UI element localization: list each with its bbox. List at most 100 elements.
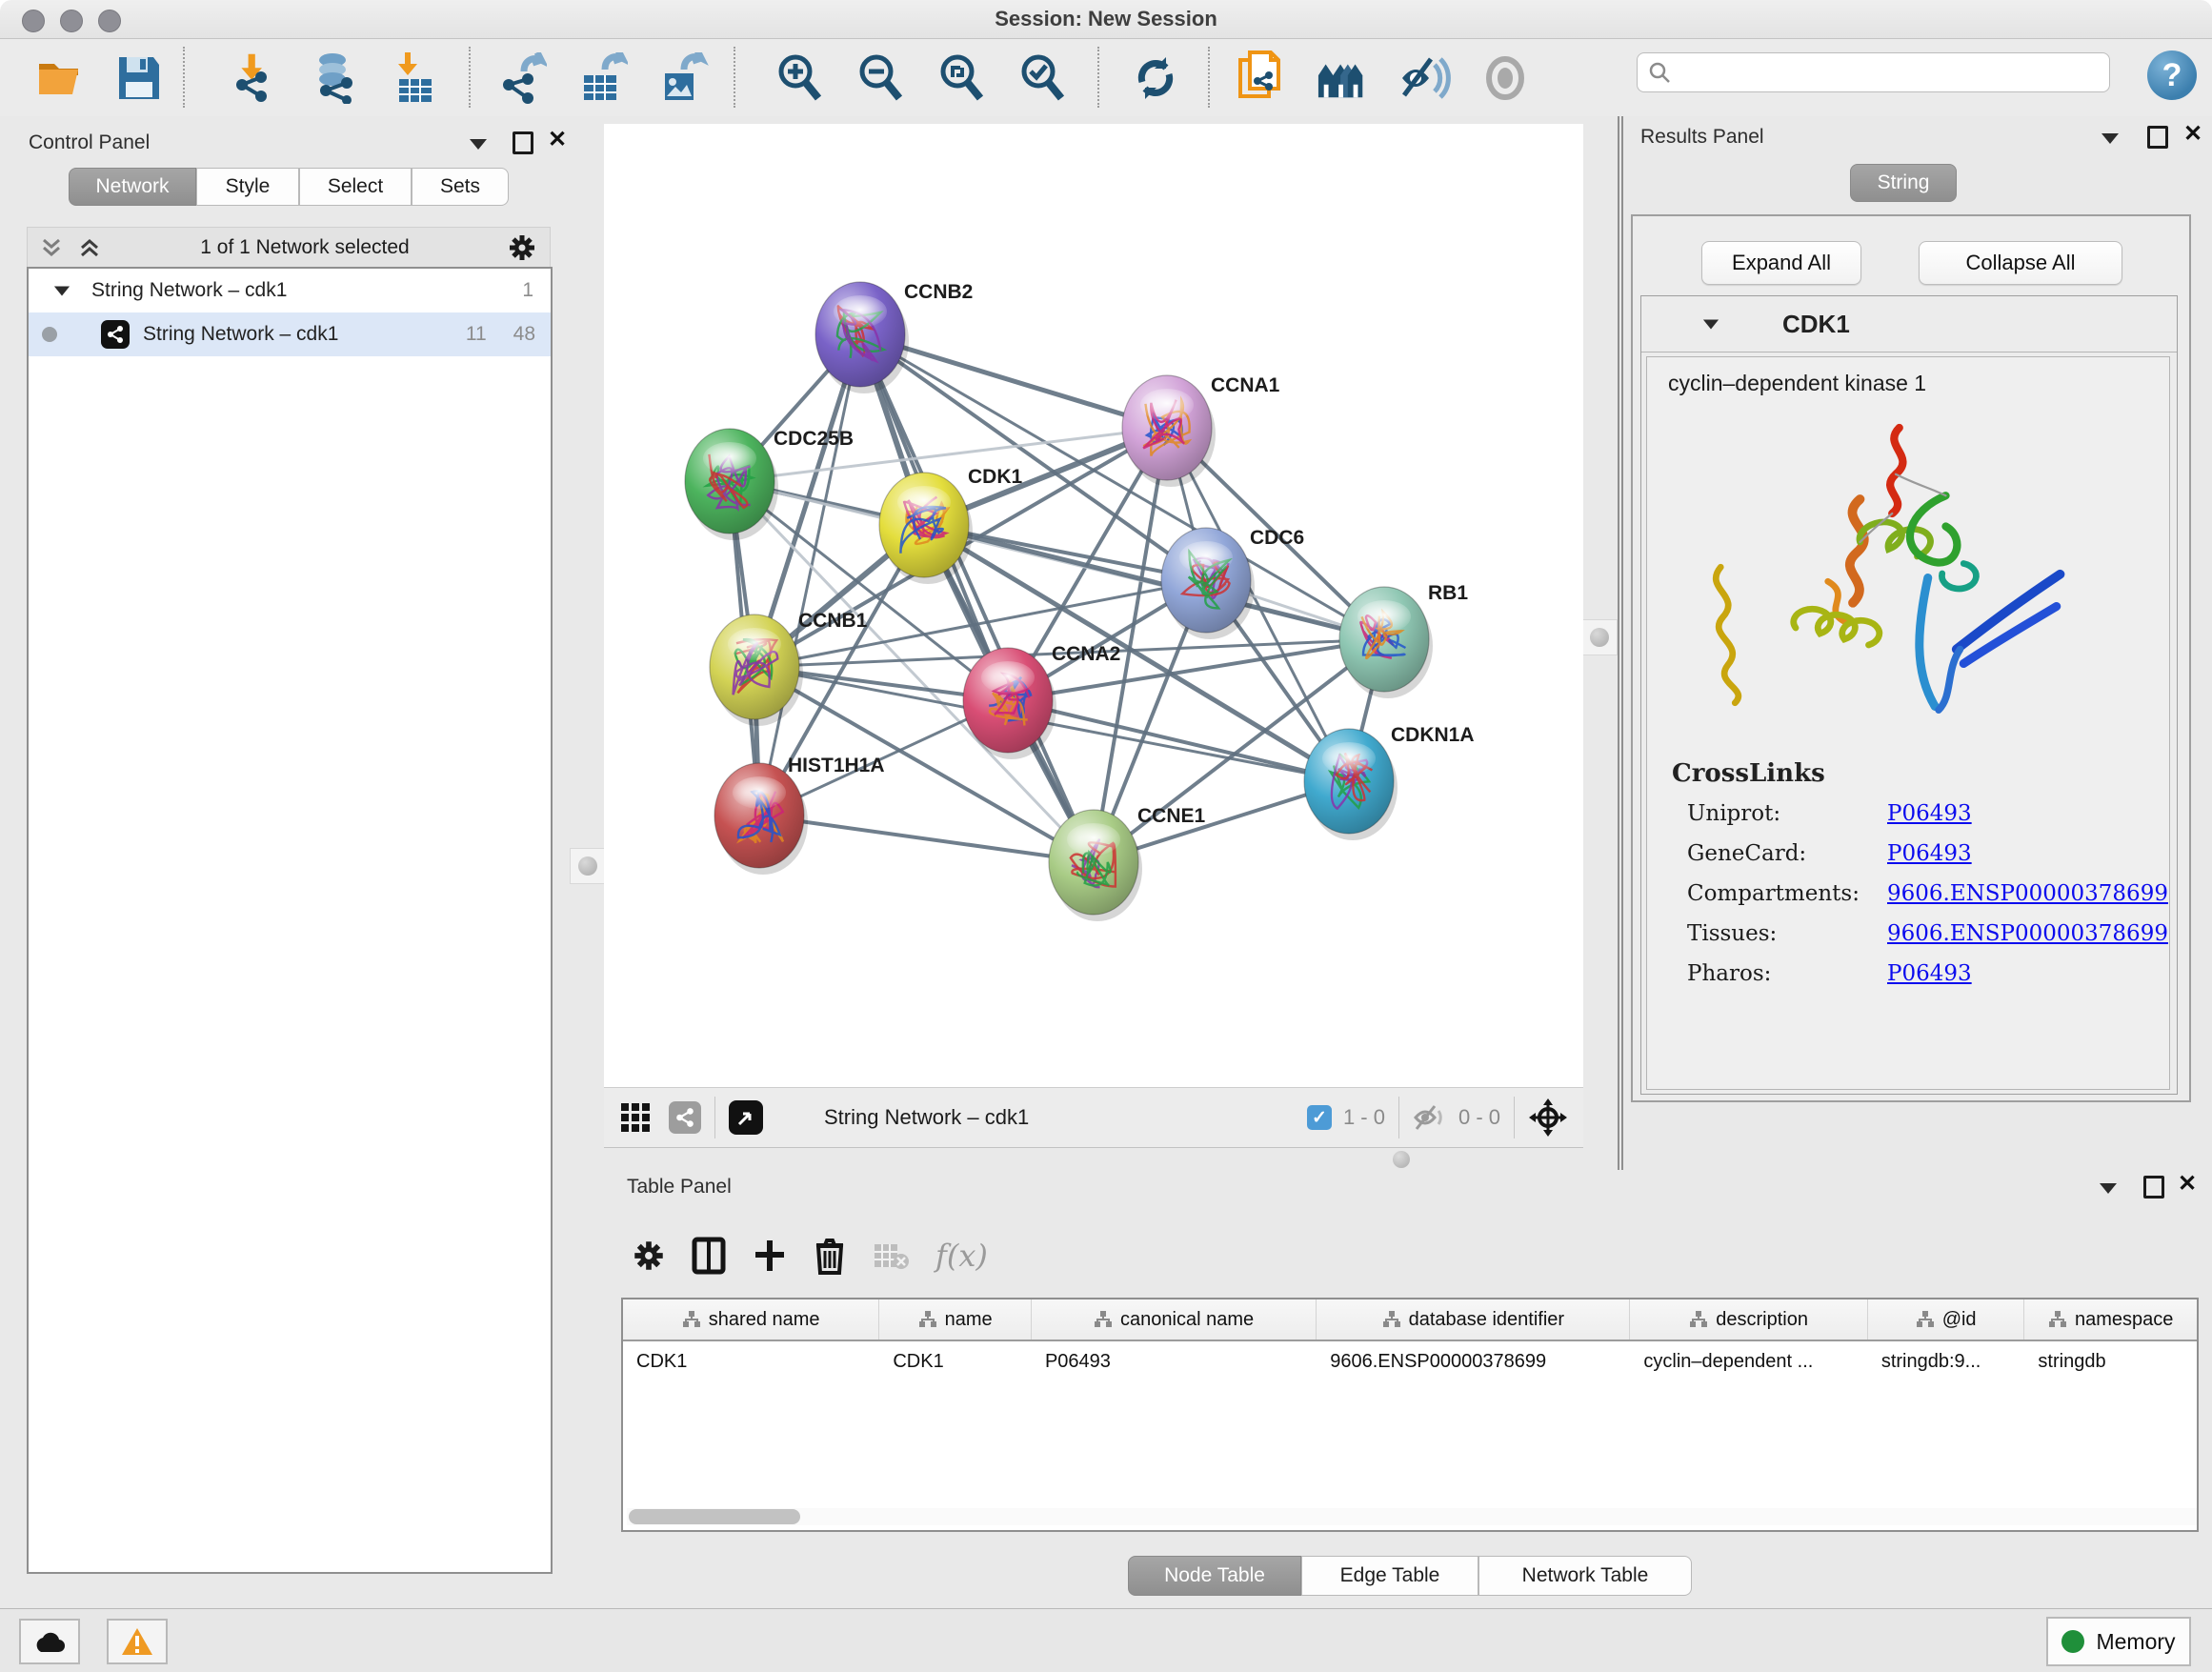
view-list-icon[interactable] [669, 1101, 701, 1134]
panel-float-icon[interactable] [2147, 126, 2168, 149]
warnings-button[interactable] [107, 1619, 168, 1664]
add-column-icon[interactable] [753, 1238, 787, 1274]
copy-network-button[interactable] [1235, 50, 1288, 106]
panel-float-icon[interactable] [2143, 1176, 2164, 1199]
graph-node-ccne1[interactable]: CCNE1 [1049, 805, 1206, 921]
import-table-file-button[interactable] [389, 50, 442, 106]
panel-menu-icon[interactable] [2101, 133, 2119, 144]
export-table-button[interactable] [576, 50, 630, 106]
selected-nodes-checkbox[interactable]: ✓ [1307, 1105, 1332, 1130]
expand-all-button[interactable]: Expand All [1701, 241, 1861, 285]
horizontal-scrollbar[interactable] [627, 1508, 2197, 1525]
toolbar-separator [1514, 1097, 1515, 1138]
delete-column-trash-icon[interactable] [814, 1237, 846, 1275]
results-splitter-line[interactable] [1618, 116, 1623, 1170]
tab-style[interactable]: Style [196, 168, 299, 206]
table-row[interactable]: CDK1 CDK1 P06493 9606.ENSP00000378699 cy… [623, 1341, 2197, 1381]
import-table-icon [392, 52, 439, 104]
toolbar-separator [1208, 47, 1210, 108]
open-session-button[interactable] [34, 50, 88, 106]
cell-canonical-name[interactable]: P06493 [1032, 1341, 1317, 1381]
column-header[interactable]: canonical name [1032, 1299, 1317, 1340]
save-session-button[interactable] [112, 50, 166, 106]
help-button[interactable]: ? [2147, 50, 2197, 100]
birdseye-view-icon[interactable] [729, 1100, 763, 1135]
zoom-out-button[interactable] [855, 50, 908, 106]
right-splitter-handle[interactable] [1581, 619, 1618, 655]
column-header[interactable]: namespace [2024, 1299, 2197, 1340]
column-header[interactable]: database identifier [1317, 1299, 1630, 1340]
column-header[interactable]: @id [1868, 1299, 2025, 1340]
column-header[interactable]: shared name [623, 1299, 879, 1340]
grid-view-icon[interactable] [619, 1101, 652, 1134]
hide-selected-button[interactable] [1398, 50, 1452, 106]
export-network-button[interactable] [495, 50, 549, 106]
panel-float-icon[interactable] [513, 131, 533, 154]
network-list-options-gear-icon[interactable] [508, 233, 536, 262]
graph-node-cdc6[interactable]: CDC6 [1161, 527, 1304, 639]
network-canvas[interactable]: CCNB2CCNA1CDC25BCDK1CDC6RB1CCNB1CCNA2CDK… [604, 124, 1583, 1087]
graph-node-hist1h1a[interactable]: HIST1H1A [714, 755, 885, 875]
left-splitter-handle[interactable] [570, 848, 606, 884]
show-all-button[interactable] [1478, 50, 1532, 106]
table-options-gear-icon[interactable] [633, 1239, 665, 1272]
panel-close-icon[interactable]: ✕ [2178, 1176, 2197, 1193]
zoom-in-button[interactable] [774, 50, 827, 106]
network-row-selected[interactable]: String Network – cdk1 11 48 [29, 312, 551, 356]
tab-network[interactable]: Network [69, 168, 196, 206]
cell-namespace[interactable]: stringdb [2024, 1341, 2197, 1381]
crosslink-label: GeneCard: [1687, 841, 1887, 866]
graph-node-ccna2[interactable]: CCNA2 [963, 643, 1120, 759]
cell-name[interactable]: CDK1 [879, 1341, 1032, 1381]
column-header[interactable]: description [1630, 1299, 1867, 1340]
column-header[interactable]: name [879, 1299, 1032, 1340]
tab-string[interactable]: String [1850, 164, 1957, 202]
cloud-status-button[interactable] [19, 1619, 80, 1664]
graph-node-rb1[interactable]: RB1 [1339, 582, 1468, 698]
scrollbar-thumb[interactable] [629, 1509, 800, 1524]
panel-menu-icon[interactable] [2100, 1183, 2117, 1194]
entry-collapse-icon[interactable] [1703, 319, 1719, 329]
panel-close-icon[interactable]: ✕ [2183, 126, 2202, 143]
collapse-all-button[interactable]: Collapse All [1919, 241, 2122, 285]
network-collection-row[interactable]: String Network – cdk1 1 [29, 269, 551, 312]
memory-button[interactable]: Memory [2046, 1617, 2191, 1666]
cell-shared-name[interactable]: CDK1 [623, 1341, 879, 1381]
export-image-button[interactable] [657, 50, 711, 106]
tab-network-table[interactable]: Network Table [1478, 1556, 1692, 1596]
search-input[interactable] [1672, 61, 2085, 84]
expand-all-networks-icon[interactable] [77, 235, 102, 260]
show-columns-icon[interactable] [692, 1237, 726, 1275]
cell-database-identifier[interactable]: 9606.ENSP00000378699 [1317, 1341, 1630, 1381]
collapse-all-networks-icon[interactable] [39, 235, 64, 260]
tab-sets[interactable]: Sets [412, 168, 509, 206]
import-network-database-button[interactable] [308, 50, 361, 106]
pan-crosshair-icon[interactable] [1528, 1098, 1568, 1138]
panel-menu-icon[interactable] [470, 139, 487, 150]
crosslink-compartments[interactable]: 9606.ENSP00000378699 [1887, 881, 2169, 906]
tree-expand-icon[interactable] [54, 286, 70, 295]
crosslink-pharos[interactable]: P06493 [1887, 961, 2169, 986]
cell-description[interactable]: cyclin–dependent ... [1630, 1341, 1867, 1381]
zoom-fit-button[interactable] [935, 50, 989, 106]
graph-node-cdkn1a[interactable]: CDKN1A [1304, 724, 1475, 840]
import-network-file-button[interactable] [227, 50, 280, 106]
network-graph[interactable]: CCNB2CCNA1CDC25BCDK1CDC6RB1CCNB1CCNA2CDK… [604, 124, 1583, 1087]
tab-select[interactable]: Select [299, 168, 412, 206]
crosslink-genecard[interactable]: P06493 [1887, 841, 2169, 866]
hidden-counts: 0 - 0 [1458, 1105, 1500, 1130]
column-type-icon [1094, 1310, 1113, 1329]
graph-node-ccnb2[interactable]: CCNB2 [815, 281, 973, 393]
crosslink-uniprot[interactable]: P06493 [1887, 801, 2169, 826]
apply-layout-button[interactable] [1129, 50, 1182, 106]
cell-id[interactable]: stringdb:9... [1868, 1341, 2025, 1381]
first-neighbors-button[interactable] [1317, 50, 1370, 106]
graph-node-ccna1[interactable]: CCNA1 [1122, 374, 1280, 487]
node-entry-header[interactable]: CDK1 [1641, 296, 2177, 353]
bottom-splitter-handle[interactable] [1393, 1151, 1410, 1168]
crosslink-tissues[interactable]: 9606.ENSP00000378699 [1887, 921, 2169, 946]
zoom-selected-button[interactable] [1016, 50, 1070, 106]
panel-close-icon[interactable]: ✕ [548, 131, 567, 149]
tab-edge-table[interactable]: Edge Table [1301, 1556, 1478, 1596]
tab-node-table[interactable]: Node Table [1128, 1556, 1301, 1596]
